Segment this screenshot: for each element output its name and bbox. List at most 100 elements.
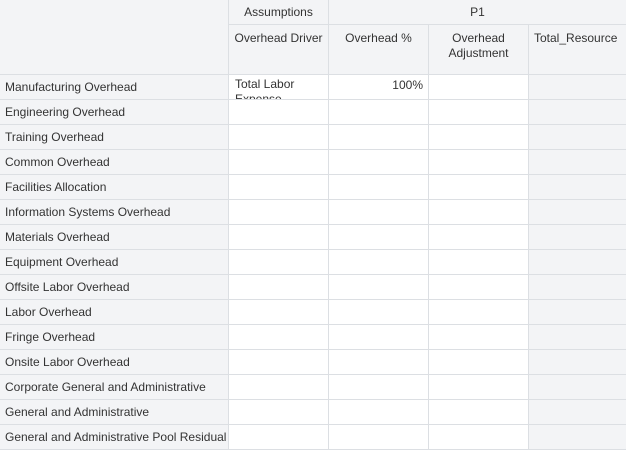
row-header[interactable]: Common Overhead <box>0 150 229 175</box>
overhead-adjustment-cell-value <box>429 100 528 102</box>
row-header[interactable]: Materials Overhead <box>0 225 229 250</box>
row-header[interactable]: Corporate General and Administrative <box>0 375 229 400</box>
column-header-total-resource[interactable]: Total_Resource <box>529 25 626 75</box>
overhead-driver-cell[interactable] <box>229 375 329 400</box>
overhead-adjustment-cell[interactable] <box>429 75 529 100</box>
overhead-driver-cell[interactable] <box>229 225 329 250</box>
overhead-pct-cell[interactable] <box>329 125 429 150</box>
overhead-driver-cell[interactable] <box>229 250 329 275</box>
total-resource-cell[interactable] <box>529 350 626 375</box>
overhead-driver-cell[interactable] <box>229 325 329 350</box>
row-header[interactable]: Manufacturing Overhead <box>0 75 229 100</box>
overhead-adjustment-cell[interactable] <box>429 150 529 175</box>
total-resource-cell-value <box>529 125 626 127</box>
overhead-driver-cell[interactable] <box>229 275 329 300</box>
total-resource-cell-value <box>529 300 626 302</box>
total-resource-cell[interactable] <box>529 150 626 175</box>
total-resource-cell[interactable] <box>529 250 626 275</box>
row-header[interactable]: General and Administrative <box>0 400 229 425</box>
overhead-pct-cell[interactable] <box>329 325 429 350</box>
total-resource-cell[interactable] <box>529 275 626 300</box>
overhead-pct-cell[interactable] <box>329 100 429 125</box>
row-header[interactable]: Fringe Overhead <box>0 325 229 350</box>
overhead-pct-cell-value: 100% <box>392 78 423 92</box>
overhead-pct-cell[interactable] <box>329 225 429 250</box>
total-resource-cell-value <box>529 200 626 202</box>
overhead-driver-cell[interactable] <box>229 425 329 450</box>
overhead-adjustment-cell[interactable] <box>429 325 529 350</box>
overhead-driver-cell[interactable] <box>229 125 329 150</box>
overhead-pct-cell[interactable]: 100% <box>329 75 429 100</box>
total-resource-cell[interactable] <box>529 225 626 250</box>
row-header[interactable]: Training Overhead <box>0 125 229 150</box>
overhead-driver-cell[interactable] <box>229 300 329 325</box>
overhead-pct-cell[interactable] <box>329 200 429 225</box>
overhead-adjustment-cell[interactable] <box>429 400 529 425</box>
column-header-overhead-adjustment[interactable]: Overhead Adjustment <box>429 25 529 75</box>
row-header[interactable]: Equipment Overhead <box>0 250 229 275</box>
row-header[interactable]: Labor Overhead <box>0 300 229 325</box>
overhead-driver-cell[interactable] <box>229 200 329 225</box>
total-resource-cell[interactable] <box>529 400 626 425</box>
column-header-overhead-pct[interactable]: Overhead % <box>329 25 429 75</box>
total-resource-cell[interactable] <box>529 325 626 350</box>
overhead-pct-cell[interactable] <box>329 300 429 325</box>
total-resource-cell[interactable] <box>529 175 626 200</box>
total-resource-cell[interactable] <box>529 375 626 400</box>
overhead-adjustment-cell[interactable] <box>429 125 529 150</box>
overhead-adjustment-cell[interactable] <box>429 375 529 400</box>
overhead-driver-cell[interactable] <box>229 175 329 200</box>
total-resource-cell[interactable] <box>529 125 626 150</box>
overhead-pct-cell[interactable] <box>329 350 429 375</box>
total-resource-cell[interactable] <box>529 100 626 125</box>
total-resource-cell[interactable] <box>529 300 626 325</box>
overhead-adjustment-cell[interactable] <box>429 175 529 200</box>
row-header[interactable]: Facilities Allocation <box>0 175 229 200</box>
column-group-p1[interactable]: P1 <box>329 0 626 25</box>
overhead-pct-cell[interactable] <box>329 250 429 275</box>
overhead-adjustment-cell-value <box>429 250 528 252</box>
overhead-pct-cell[interactable] <box>329 175 429 200</box>
overhead-pct-cell[interactable] <box>329 400 429 425</box>
overhead-driver-cell[interactable] <box>229 400 329 425</box>
row-header[interactable]: Information Systems Overhead <box>0 200 229 225</box>
column-group-assumptions[interactable]: Assumptions <box>229 0 329 25</box>
overhead-adjustment-cell[interactable] <box>429 200 529 225</box>
total-resource-cell[interactable] <box>529 200 626 225</box>
overhead-driver-cell[interactable]: Total Labor Expense <box>229 75 329 100</box>
overhead-adjustment-cell[interactable] <box>429 100 529 125</box>
overhead-adjustment-cell[interactable] <box>429 300 529 325</box>
total-resource-cell-value <box>529 75 626 77</box>
overhead-adjustment-cell[interactable] <box>429 250 529 275</box>
overhead-pct-cell[interactable] <box>329 375 429 400</box>
row-header[interactable]: Onsite Labor Overhead <box>0 350 229 375</box>
overhead-driver-cell-value <box>229 425 328 427</box>
overhead-pct-cell[interactable] <box>329 150 429 175</box>
overhead-adjustment-cell[interactable] <box>429 225 529 250</box>
row-header[interactable]: Offsite Labor Overhead <box>0 275 229 300</box>
overhead-pct-cell[interactable] <box>329 275 429 300</box>
overhead-driver-cell-value <box>229 200 328 202</box>
total-resource-cell-value <box>529 175 626 177</box>
overhead-driver-cell-value <box>229 325 328 327</box>
total-resource-cell-value <box>529 375 626 377</box>
total-resource-cell[interactable] <box>529 425 626 450</box>
overhead-grid: Assumptions P1 Overhead Driver Overhead … <box>0 0 626 450</box>
overhead-pct-cell[interactable] <box>329 425 429 450</box>
overhead-driver-cell-value <box>229 125 328 127</box>
overhead-driver-cell[interactable] <box>229 100 329 125</box>
overhead-adjustment-cell[interactable] <box>429 350 529 375</box>
overhead-adjustment-cell[interactable] <box>429 275 529 300</box>
overhead-driver-cell-value <box>229 375 328 377</box>
overhead-driver-cell[interactable] <box>229 150 329 175</box>
overhead-driver-cell[interactable] <box>229 350 329 375</box>
overhead-driver-cell-value <box>229 275 328 277</box>
total-resource-cell[interactable] <box>529 75 626 100</box>
overhead-driver-cell-value <box>229 400 328 402</box>
row-header[interactable]: General and Administrative Pool Residual <box>0 425 229 450</box>
total-resource-cell-value <box>529 400 626 402</box>
overhead-driver-cell-value <box>229 300 328 302</box>
row-header[interactable]: Engineering Overhead <box>0 100 229 125</box>
column-header-overhead-driver[interactable]: Overhead Driver <box>229 25 329 75</box>
overhead-adjustment-cell[interactable] <box>429 425 529 450</box>
